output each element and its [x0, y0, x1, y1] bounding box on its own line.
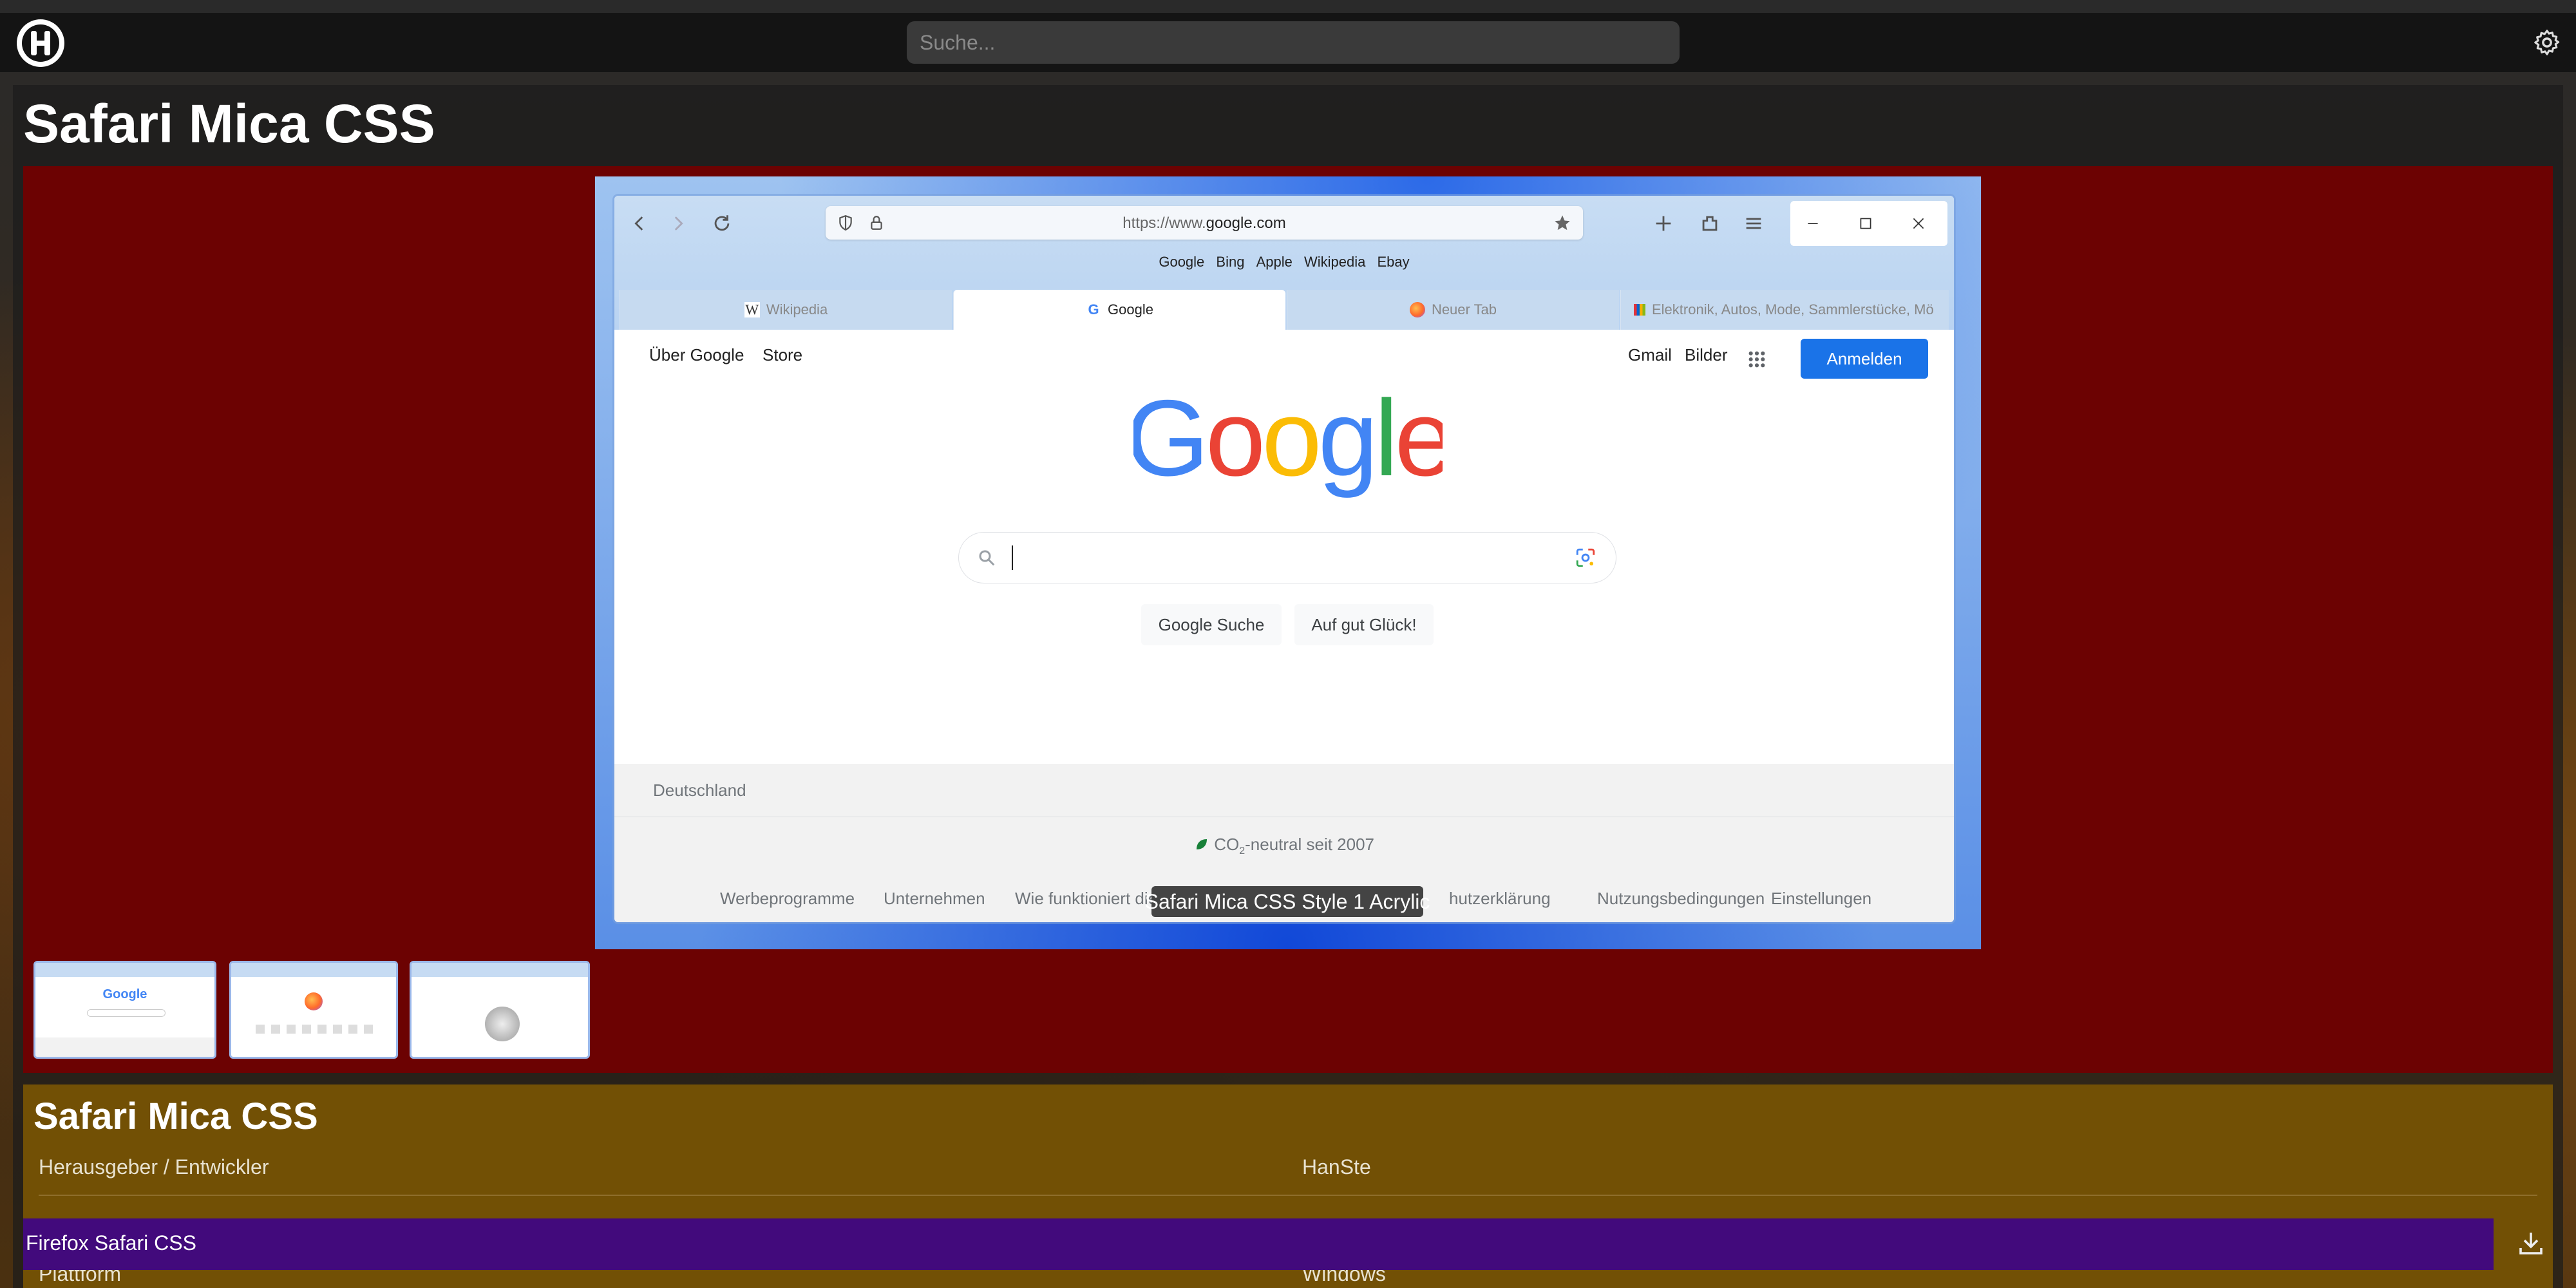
- store-link: Store: [762, 345, 803, 365]
- footer-link: Einstellungen: [1771, 889, 1872, 908]
- apps-grid-icon: [1748, 351, 1765, 368]
- lens-icon: [1576, 548, 1595, 567]
- search-placeholder: Suche...: [920, 30, 996, 54]
- details-title: Safari Mica CSS: [33, 1095, 318, 1137]
- bookmarks-bar: Google Bing Apple Wikipedia Ebay: [614, 254, 1954, 270]
- google-search-box: [958, 532, 1616, 583]
- download-bar[interactable]: Firefox Safari CSS: [23, 1218, 2494, 1270]
- signin-button: Anmelden: [1801, 339, 1928, 379]
- star-icon: [1555, 215, 1570, 231]
- search-icon: [979, 550, 995, 566]
- browser-window: https://www.google.com Google Bing Apple…: [614, 196, 1954, 922]
- publisher-label: Herausgeber / Entwickler: [39, 1155, 269, 1179]
- co2-note: CO2-neutral seit 2007: [614, 835, 1954, 857]
- window-controls: [1790, 201, 1947, 246]
- gmail-link: Gmail: [1628, 345, 1672, 365]
- google-search-button: Google Suche: [1141, 604, 1282, 645]
- tab-wikipedia: W Wikipedia: [620, 290, 952, 330]
- search-input[interactable]: Suche...: [907, 21, 1680, 64]
- minimize-icon: [1808, 223, 1818, 224]
- page-title: Safari Mica CSS: [23, 93, 435, 154]
- wikipedia-icon: W: [744, 301, 760, 317]
- screenshot-caption: Safari Mica CSS Style 1 Acrylic: [1145, 886, 1430, 917]
- footer-link: Wie funktioniert die: [1015, 889, 1158, 908]
- url-text: https://www.google.com: [1122, 214, 1286, 232]
- footer-link: Nutzungsbedingungen: [1597, 889, 1765, 908]
- url-bar: https://www.google.com: [826, 206, 1583, 240]
- gear-icon[interactable]: [2532, 28, 2562, 57]
- main-screenshot[interactable]: https://www.google.com Google Bing Apple…: [595, 176, 1981, 949]
- maximize-icon: [1860, 218, 1871, 229]
- close-icon: [1913, 218, 1924, 229]
- forward-icon: [674, 216, 683, 231]
- leaf-icon: [1196, 839, 1207, 849]
- reload-icon: [714, 215, 730, 231]
- ebay-icon: [1634, 304, 1645, 316]
- download-bar-label: Firefox Safari CSS: [26, 1231, 196, 1255]
- footer-link: Werbeprogramme: [720, 889, 855, 908]
- tab-new: Neuer Tab: [1287, 290, 1619, 330]
- bookmark-item: Bing: [1216, 254, 1245, 270]
- extensions-icon: [1702, 216, 1718, 231]
- menu-icon: [1746, 218, 1761, 229]
- bookmark-item: Apple: [1256, 254, 1293, 270]
- h-logo-icon[interactable]: [17, 19, 64, 67]
- tab-strip: W Wikipedia G Google Neuer Tab Elektroni…: [620, 290, 1949, 330]
- bookmark-item: Ebay: [1377, 254, 1410, 270]
- details-divider: [39, 1195, 2537, 1196]
- bookmark-item: Google: [1159, 254, 1205, 270]
- footer-country: Deutschland: [614, 764, 1954, 817]
- tab-google: G Google: [953, 290, 1285, 330]
- new-tab-icon: [1656, 216, 1671, 231]
- bookmark-item: Wikipedia: [1304, 254, 1366, 270]
- google-g-icon: G: [1088, 301, 1099, 317]
- svg-text:Google: Google: [1133, 390, 1443, 498]
- thumbnail-google[interactable]: Google: [33, 961, 216, 1059]
- firefox-icon: [1409, 302, 1425, 317]
- footer-link: Unternehmen: [884, 889, 985, 908]
- browser-chrome: https://www.google.com Google Bing Apple…: [614, 196, 1954, 330]
- images-link: Bilder: [1685, 345, 1728, 365]
- thumbnail-firefox[interactable]: [229, 961, 398, 1059]
- thumbnail-wikipedia[interactable]: [410, 961, 590, 1059]
- text-cursor: [1012, 545, 1013, 570]
- download-icon[interactable]: [2515, 1227, 2546, 1258]
- google-logo: Google: [1133, 390, 1443, 498]
- footer-link: hutzerklärung: [1449, 889, 1551, 908]
- publisher-value: HanSte: [1302, 1155, 1371, 1179]
- lucky-button: Auf gut Glück!: [1294, 604, 1434, 645]
- back-icon: [634, 216, 643, 231]
- tab-ebay: Elektronik, Autos, Mode, Sammlerstücke, …: [1620, 290, 1949, 330]
- about-google-link: Über Google: [649, 345, 744, 365]
